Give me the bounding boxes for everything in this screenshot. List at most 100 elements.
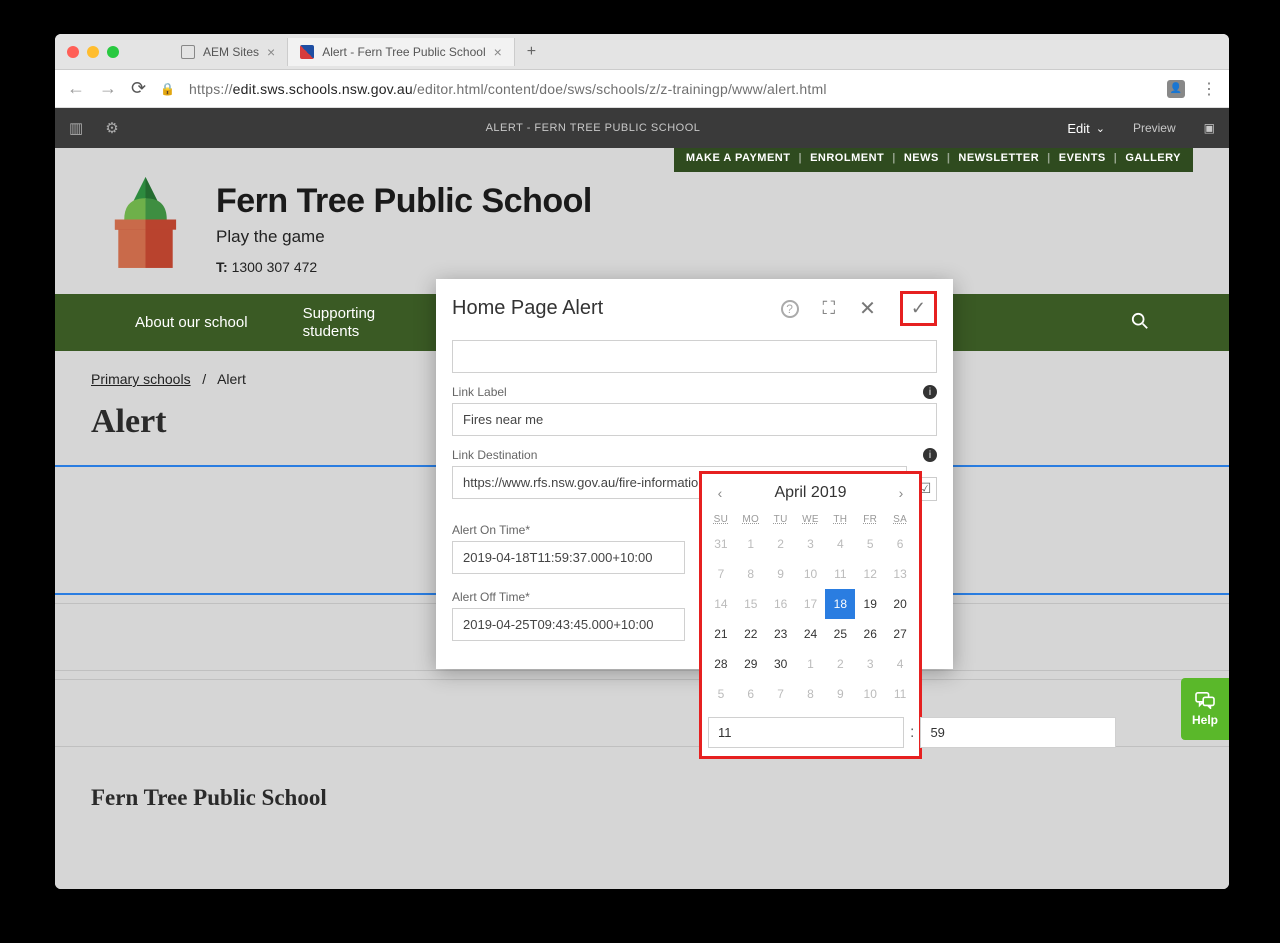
calendar-day[interactable]: 9 (766, 559, 796, 589)
calendar-day[interactable]: 5 (706, 679, 736, 709)
calendar-day[interactable]: 11 (825, 559, 855, 589)
calendar-day[interactable]: 18 (825, 589, 855, 619)
calendar-day[interactable]: 22 (736, 619, 766, 649)
submit-button[interactable]: ✓ (900, 291, 937, 326)
calendar-day[interactable]: 1 (796, 649, 826, 679)
reload-icon[interactable]: ⟳ (131, 78, 146, 99)
page-info-icon[interactable]: ⚙ (105, 119, 118, 137)
calendar-day[interactable]: 28 (706, 649, 736, 679)
alert-on-label: Alert On Time* (452, 523, 530, 537)
close-window-icon[interactable] (67, 46, 79, 58)
calendar-day[interactable]: 10 (796, 559, 826, 589)
aem-left-tools: ▥ ⚙ (69, 119, 119, 137)
calendar-day[interactable]: 24 (796, 619, 826, 649)
calendar-day[interactable]: 12 (855, 559, 885, 589)
calendar-day[interactable]: 14 (706, 589, 736, 619)
util-link[interactable]: MAKE A PAYMENT (686, 152, 791, 164)
calendar-day[interactable]: 31 (706, 529, 736, 559)
minute-input[interactable] (920, 717, 1116, 748)
util-link[interactable]: EVENTS (1059, 152, 1106, 164)
calendar-day[interactable]: 6 (736, 679, 766, 709)
preview-button[interactable]: Preview (1133, 121, 1176, 135)
fullscreen-icon[interactable]: ⛶ (823, 298, 836, 319)
calendar-day[interactable]: 15 (736, 589, 766, 619)
nav-item[interactable]: Supportingstudents (303, 305, 376, 341)
calendar-day[interactable]: 13 (885, 559, 915, 589)
calendar-grid: SUMOTUWETHFRSA31123456789101112131415161… (706, 510, 915, 709)
calendar-day[interactable]: 30 (766, 649, 796, 679)
profile-icon[interactable]: 👤 (1167, 80, 1185, 98)
alert-off-input[interactable] (452, 608, 685, 641)
browser-tab-active[interactable]: Alert - Fern Tree Public School × (288, 38, 515, 66)
calendar-day[interactable]: 6 (885, 529, 915, 559)
calendar-day[interactable]: 19 (855, 589, 885, 619)
calendar-day[interactable]: 16 (766, 589, 796, 619)
calendar-day[interactable]: 7 (766, 679, 796, 709)
utility-nav: MAKE A PAYMENT| ENROLMENT| NEWS| NEWSLET… (674, 148, 1193, 172)
prev-month-icon[interactable]: ‹ (710, 485, 730, 501)
maximize-window-icon[interactable] (107, 46, 119, 58)
calendar-day[interactable]: 3 (855, 649, 885, 679)
url-display[interactable]: https://edit.sws.schools.nsw.gov.au/edit… (189, 81, 1153, 97)
calendar-day[interactable]: 21 (706, 619, 736, 649)
calendar-day[interactable]: 5 (855, 529, 885, 559)
school-name: Fern Tree Public School (216, 182, 592, 221)
calendar-day[interactable]: 27 (885, 619, 915, 649)
calendar-day[interactable]: 4 (825, 529, 855, 559)
window-controls (67, 46, 119, 58)
calendar-day[interactable]: 20 (885, 589, 915, 619)
nav-item[interactable]: About our school (135, 314, 248, 331)
calendar-day[interactable]: 2 (825, 649, 855, 679)
aem-page-title: ALERT - FERN TREE PUBLIC SCHOOL (119, 122, 1068, 134)
link-label-input[interactable] (452, 403, 937, 436)
new-tab-button[interactable]: + (527, 43, 536, 61)
close-tab-icon[interactable]: × (494, 44, 502, 60)
util-link[interactable]: NEWSLETTER (958, 152, 1039, 164)
calendar-day[interactable]: 8 (796, 679, 826, 709)
info-icon[interactable]: i (923, 448, 937, 462)
edit-mode-dropdown[interactable]: Edit⌄ (1067, 121, 1105, 136)
close-tab-icon[interactable]: × (267, 44, 275, 60)
calendar-day[interactable]: 8 (736, 559, 766, 589)
calendar-day[interactable]: 25 (825, 619, 855, 649)
dialog-title-input[interactable] (452, 340, 937, 373)
browser-tab[interactable]: AEM Sites × (169, 38, 288, 66)
calendar-day[interactable]: 7 (706, 559, 736, 589)
breadcrumb-link[interactable]: Primary schools (91, 371, 191, 387)
calendar-day[interactable]: 1 (736, 529, 766, 559)
calendar-dow: SU (706, 510, 736, 529)
forward-icon[interactable]: → (99, 78, 117, 99)
alert-on-input[interactable] (452, 541, 685, 574)
calendar-day[interactable]: 9 (825, 679, 855, 709)
more-menu-icon[interactable]: ⋮ (1201, 79, 1217, 99)
calendar-day[interactable]: 3 (796, 529, 826, 559)
search-icon[interactable] (1131, 312, 1149, 334)
breadcrumb-current: Alert (217, 371, 246, 387)
dialog-header: Home Page Alert ? ⛶ ✕ ✓ (436, 279, 953, 334)
hour-input[interactable] (708, 717, 904, 748)
next-month-icon[interactable]: › (891, 485, 911, 501)
close-icon[interactable]: ✕ (859, 296, 876, 321)
calendar-day[interactable]: 10 (855, 679, 885, 709)
link-dest-label: Link Destination (452, 448, 537, 462)
aem-toolbar: ▥ ⚙ ALERT - FERN TREE PUBLIC SCHOOL Edit… (55, 108, 1229, 148)
util-link[interactable]: NEWS (904, 152, 939, 164)
util-link[interactable]: GALLERY (1125, 152, 1181, 164)
calendar-day[interactable]: 26 (855, 619, 885, 649)
side-panel-icon[interactable]: ▥ (69, 119, 83, 137)
calendar-day[interactable]: 29 (736, 649, 766, 679)
help-icon[interactable]: ? (781, 300, 799, 318)
back-icon[interactable]: ← (67, 78, 85, 99)
info-icon[interactable]: i (923, 385, 937, 399)
calendar-day[interactable]: 11 (885, 679, 915, 709)
minimize-window-icon[interactable] (87, 46, 99, 58)
calendar-day[interactable]: 17 (796, 589, 826, 619)
help-tab[interactable]: Help (1181, 678, 1229, 740)
annotate-icon[interactable]: ▣ (1204, 121, 1215, 135)
util-link[interactable]: ENROLMENT (810, 152, 884, 164)
page-icon (300, 45, 314, 59)
calendar-day[interactable]: 4 (885, 649, 915, 679)
calendar-day[interactable]: 2 (766, 529, 796, 559)
browser-titlebar: AEM Sites × Alert - Fern Tree Public Sch… (55, 34, 1229, 70)
calendar-day[interactable]: 23 (766, 619, 796, 649)
